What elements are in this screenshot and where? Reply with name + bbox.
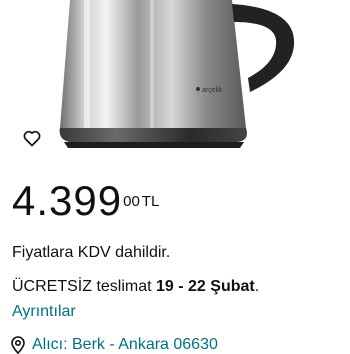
wishlist-button[interactable] (18, 124, 46, 152)
price: 4.399 00 TL (12, 180, 159, 222)
delivery-info: ÜCRETSİZ teslimat 19 - 22 Şubat. (12, 278, 259, 296)
tax-note: Fiyatlara KDV dahildir. (12, 244, 171, 261)
heart-outline-icon (23, 130, 41, 147)
product-image[interactable]: arçelik (0, 0, 350, 160)
price-whole: 4.399 (12, 177, 123, 224)
delivery-suffix: . (254, 278, 260, 295)
location-pin-icon (11, 336, 25, 354)
address-text: Alıcı: Berk - Ankara 06630 (32, 336, 218, 353)
price-currency: TL (141, 193, 160, 210)
delivery-prefix: ÜCRETSİZ teslimat (12, 278, 157, 295)
electric-kettle-image: arçelik (59, 0, 295, 148)
delivery-address[interactable]: Alıcı: Berk - Ankara 06630 (10, 336, 218, 354)
details-link[interactable]: Ayrıntılar (12, 303, 76, 321)
delivery-dates: 19 - 22 Şubat (156, 278, 255, 295)
price-fraction: 00 (123, 193, 140, 210)
brand-mark: arçelik (202, 87, 223, 94)
